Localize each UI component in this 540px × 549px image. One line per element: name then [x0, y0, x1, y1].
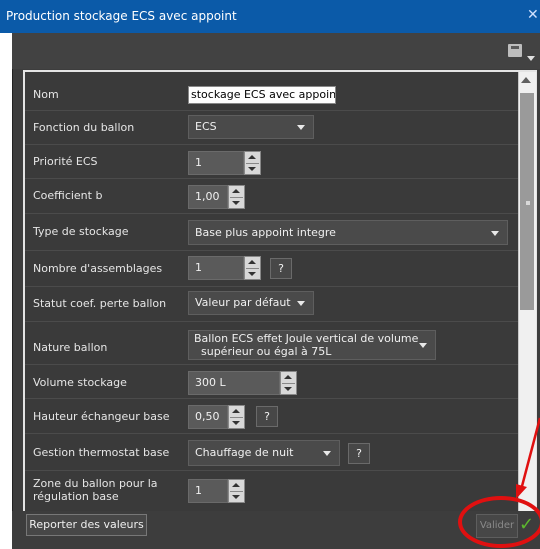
type-value: Base plus appoint integre: [195, 225, 336, 239]
type-dropdown[interactable]: Base plus appoint integre: [188, 220, 508, 245]
nature-value-line2: supérieur ou égal à 75L: [201, 345, 332, 358]
gestion-value: Chauffage de nuit: [195, 446, 294, 459]
nombre-stepper[interactable]: 1: [188, 256, 244, 280]
nature-dropdown[interactable]: Ballon ECS effet Joule vertical de volum…: [188, 330, 436, 360]
volume-label: Volume stockage: [33, 376, 127, 389]
arrow-down-icon[interactable]: [248, 272, 256, 276]
priorite-spin-buttons[interactable]: [244, 151, 261, 175]
hauteur-help-button[interactable]: ?: [256, 406, 278, 427]
coef-label: Coefficient b: [33, 189, 103, 202]
type-label: Type de stockage: [33, 225, 129, 238]
nombre-spin-buttons[interactable]: [244, 256, 261, 280]
fonction-label: Fonction du ballon: [33, 121, 135, 134]
row-separator: [25, 178, 518, 179]
statut-label: Statut coef. perte ballon: [33, 297, 167, 310]
zone-label-line2: régulation base: [33, 490, 119, 503]
chevron-down-icon: [491, 230, 499, 236]
coef-value: 1,00: [195, 190, 220, 203]
gestion-label: Gestion thermostat base: [33, 446, 170, 459]
arrow-up-icon[interactable]: [232, 483, 240, 487]
chevron-down-icon: [297, 301, 305, 306]
chevron-down-icon: [419, 343, 427, 348]
hauteur-spin-buttons[interactable]: [228, 405, 245, 429]
window-title: Production stockage ECS avec appoint: [6, 9, 237, 23]
volume-value: 300 L: [195, 376, 226, 389]
row-separator: [25, 144, 518, 145]
fonction-dropdown[interactable]: ECS: [188, 115, 314, 139]
nombre-value: 1: [195, 261, 202, 274]
row-separator: [25, 213, 518, 214]
zone-label-line1: Zone du ballon pour la: [33, 477, 158, 490]
nature-label: Nature ballon: [33, 341, 108, 354]
save-icon[interactable]: [508, 44, 522, 57]
arrow-up-icon[interactable]: [248, 155, 256, 159]
priorite-stepper[interactable]: 1: [188, 151, 244, 175]
hauteur-stepper[interactable]: 0,50: [188, 405, 228, 429]
arrow-up-icon[interactable]: [248, 260, 256, 264]
row-separator: [25, 110, 518, 111]
scroll-up-icon[interactable]: [521, 77, 531, 83]
zone-spin-buttons[interactable]: [228, 479, 245, 503]
chevron-down-icon[interactable]: [527, 56, 535, 61]
row-separator: [25, 321, 518, 322]
hauteur-value: 0,50: [195, 410, 220, 423]
zone-value: 1: [195, 484, 202, 497]
scrollbar-grip: [526, 201, 530, 205]
nombre-label: Nombre d'assemblages: [33, 262, 163, 275]
zone-stepper[interactable]: 1: [188, 479, 228, 503]
arrow-down-icon[interactable]: [248, 167, 256, 171]
chevron-down-icon: [297, 125, 305, 130]
volume-spin-buttons[interactable]: [280, 371, 297, 395]
row-separator: [25, 470, 518, 471]
nature-value-line1: Ballon ECS effet Joule vertical de volum…: [194, 332, 419, 345]
nom-input[interactable]: stockage ECS avec appoint: [188, 86, 336, 104]
coef-spin-buttons[interactable]: [228, 185, 245, 209]
priorite-label: Priorité ECS: [33, 155, 98, 168]
gestion-help-button[interactable]: ?: [348, 443, 370, 464]
fonction-value: ECS: [195, 120, 217, 133]
arrow-down-icon[interactable]: [232, 201, 240, 205]
report-values-button[interactable]: Reporter des valeurs: [26, 514, 147, 536]
close-icon[interactable]: ✕: [527, 7, 539, 23]
arrow-up-icon[interactable]: [232, 409, 240, 413]
row-separator: [25, 364, 518, 365]
arrow-down-icon[interactable]: [232, 495, 240, 499]
arrow-up-icon[interactable]: [284, 375, 292, 379]
statut-dropdown[interactable]: Valeur par défaut: [188, 291, 314, 315]
nombre-help-button[interactable]: ?: [270, 258, 292, 279]
arrow-up-icon[interactable]: [232, 189, 240, 193]
chevron-down-icon: [323, 451, 331, 456]
volume-stepper[interactable]: 300 L: [188, 371, 280, 395]
row-separator: [25, 433, 518, 434]
arrow-down-icon[interactable]: [284, 387, 292, 391]
gestion-dropdown[interactable]: Chauffage de nuit: [188, 440, 340, 466]
coef-stepper[interactable]: 1,00: [188, 185, 228, 209]
hauteur-label: Hauteur échangeur base: [33, 410, 170, 423]
nom-label: Nom: [33, 88, 59, 101]
annotation-circle: [458, 496, 540, 548]
row-separator: [25, 398, 518, 399]
row-separator: [25, 286, 518, 287]
statut-value: Valeur par défaut: [195, 296, 291, 309]
toolbar: [12, 33, 540, 69]
arrow-down-icon[interactable]: [232, 421, 240, 425]
priorite-value: 1: [195, 156, 202, 169]
row-separator: [25, 250, 518, 251]
